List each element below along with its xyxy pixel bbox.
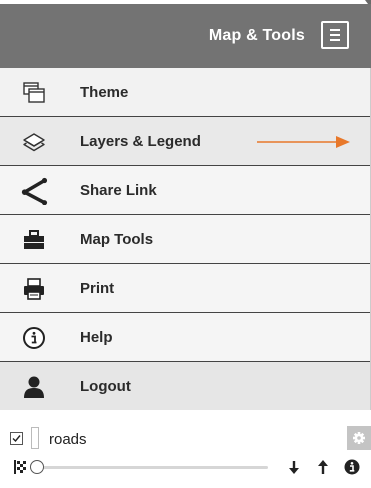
menu-item-share-link[interactable]: Share Link: [0, 166, 370, 215]
toolbox-icon: [24, 230, 44, 249]
opacity-slider-track[interactable]: [38, 466, 268, 469]
menu-item-label: Help: [80, 329, 113, 346]
menu-item-layers-legend[interactable]: Layers & Legend: [0, 117, 370, 166]
move-up-icon[interactable]: [315, 459, 331, 475]
layer-controls: [0, 454, 371, 480]
move-down-icon[interactable]: [286, 459, 302, 475]
info-icon[interactable]: [344, 459, 360, 475]
panel-header: Map & Tools: [0, 4, 371, 68]
menu-item-map-tools[interactable]: Map Tools: [0, 215, 370, 264]
check-icon: [12, 435, 21, 443]
printer-icon: [24, 278, 44, 300]
user-silhouette-icon: [24, 376, 44, 398]
menu-item-label: Map Tools: [80, 231, 154, 248]
main-menu: Theme Layers & Legend Share Link Map Too…: [0, 68, 371, 410]
menu-item-label: Theme: [80, 84, 129, 101]
menu-item-label: Print: [80, 280, 115, 297]
legend-flag-icon[interactable]: [14, 460, 28, 474]
layers-icon: [23, 133, 45, 152]
map-tools-panel: Map & Tools Theme Layers & Legend Share …: [0, 0, 371, 488]
share-icon: [21, 177, 48, 205]
theme-windows-icon: [23, 82, 45, 103]
pointer-arrow-icon: [257, 136, 350, 148]
menu-item-theme[interactable]: Theme: [0, 68, 370, 117]
layer-color-swatch: [31, 427, 39, 449]
layer-panel: roads: [0, 424, 371, 488]
gear-icon[interactable]: [347, 426, 371, 450]
layer-name: roads: [49, 431, 87, 448]
header-title: Map & Tools: [208, 27, 305, 44]
layer-visibility-checkbox[interactable]: [10, 432, 23, 445]
menu-item-help[interactable]: Help: [0, 313, 370, 362]
menu-item-print[interactable]: Print: [0, 264, 370, 313]
menu-item-label: Logout: [80, 378, 131, 395]
hamburger-menu-icon[interactable]: [321, 21, 349, 49]
gear-glyph: [353, 432, 365, 444]
menu-item-label: Layers & Legend: [80, 133, 201, 150]
menu-item-logout[interactable]: Logout: [0, 362, 370, 410]
info-circle-icon: [23, 327, 45, 349]
menu-item-label: Share Link: [80, 182, 157, 199]
opacity-slider-handle[interactable]: [30, 460, 44, 474]
layer-row: roads: [0, 424, 371, 452]
